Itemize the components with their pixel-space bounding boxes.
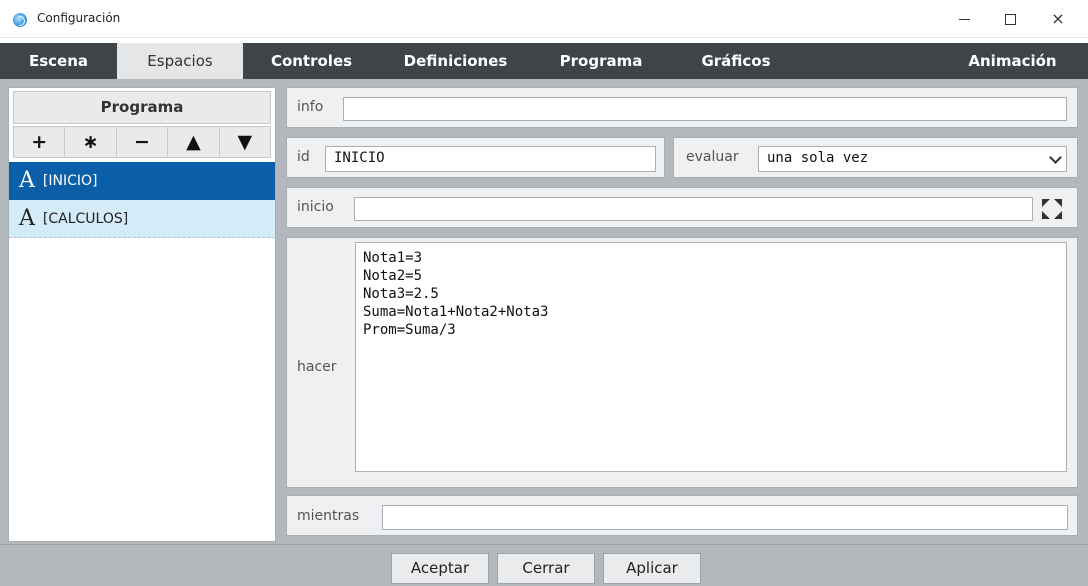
inicio-row: inicio (286, 187, 1078, 228)
list-toolbar: + ∗ − ▲ ▼ (13, 126, 271, 158)
tab-graficos[interactable]: Gráficos (671, 43, 801, 79)
chevron-down-icon (1049, 151, 1062, 164)
window-titlebar: Configuración × (0, 0, 1088, 38)
apply-button[interactable]: Aplicar (603, 553, 701, 584)
mientras-input[interactable] (382, 505, 1068, 530)
evaluar-select[interactable]: una sola vez (758, 146, 1067, 172)
close-icon: × (1051, 9, 1065, 28)
info-row: info (286, 87, 1078, 128)
maximize-button[interactable] (987, 0, 1033, 38)
id-label: id (297, 149, 310, 165)
app-logo-icon (13, 13, 27, 27)
list-item-inicio[interactable]: A [INICIO] (9, 162, 275, 200)
hacer-row: hacer Nota1=3 Nota2=5 Nota3=2.5 Suma=Not… (286, 237, 1078, 488)
duplicate-button[interactable]: ∗ (65, 127, 117, 157)
minimize-icon (958, 18, 970, 20)
list-item-label: [CALCULOS] (42, 210, 129, 227)
mientras-label: mientras (297, 508, 360, 524)
algorithm-icon: A (19, 205, 35, 231)
info-input[interactable] (343, 97, 1067, 121)
inicio-label: inicio (297, 199, 334, 215)
window-title: Configuración (37, 11, 121, 25)
tab-bar: Escena Espacios Controles Definiciones P… (0, 43, 1088, 79)
program-list: A [INICIO] A [CALCULOS] (9, 162, 275, 238)
hacer-textarea[interactable]: Nota1=3 Nota2=5 Nota3=2.5 Suma=Nota1+Not… (355, 242, 1067, 472)
close-window-button[interactable]: × (1035, 0, 1081, 38)
tab-animacion[interactable]: Animación (945, 43, 1080, 79)
tab-controles[interactable]: Controles (243, 43, 380, 79)
program-list-header: Programa (13, 91, 271, 124)
minimize-button[interactable] (941, 0, 987, 38)
add-button[interactable]: + (14, 127, 66, 157)
inicio-input[interactable] (354, 197, 1033, 221)
remove-button[interactable]: − (117, 127, 169, 157)
id-row: id INICIO (286, 137, 665, 178)
id-input[interactable]: INICIO (325, 146, 656, 172)
expand-icon[interactable] (1042, 199, 1062, 219)
tab-escena[interactable]: Escena (0, 43, 117, 79)
algorithm-icon: A (19, 167, 35, 193)
tab-espacios[interactable]: Espacios (117, 43, 243, 79)
info-label: info (297, 99, 324, 115)
list-item-calculos[interactable]: A [CALCULOS] (9, 200, 275, 238)
evaluar-select-value: una sola vez (767, 150, 869, 166)
main-area: Programa + ∗ − ▲ ▼ A [INICIO] A [CALCULO… (0, 79, 1088, 544)
dialog-button-bar: Aceptar Cerrar Aplicar (0, 544, 1088, 586)
tab-programa[interactable]: Programa (531, 43, 671, 79)
list-item-label: [INICIO] (42, 172, 98, 189)
close-button[interactable]: Cerrar (497, 553, 595, 584)
move-up-button[interactable]: ▲ (168, 127, 220, 157)
move-down-button[interactable]: ▼ (220, 127, 270, 157)
tab-definiciones[interactable]: Definiciones (380, 43, 531, 79)
program-list-panel: Programa + ∗ − ▲ ▼ A [INICIO] A [CALCULO… (8, 87, 276, 542)
mientras-row: mientras (286, 495, 1078, 536)
evaluar-label: evaluar (686, 149, 739, 165)
maximize-icon (1004, 13, 1016, 25)
hacer-label: hacer (297, 359, 337, 375)
evaluar-row: evaluar una sola vez (673, 137, 1078, 178)
accept-button[interactable]: Aceptar (391, 553, 489, 584)
